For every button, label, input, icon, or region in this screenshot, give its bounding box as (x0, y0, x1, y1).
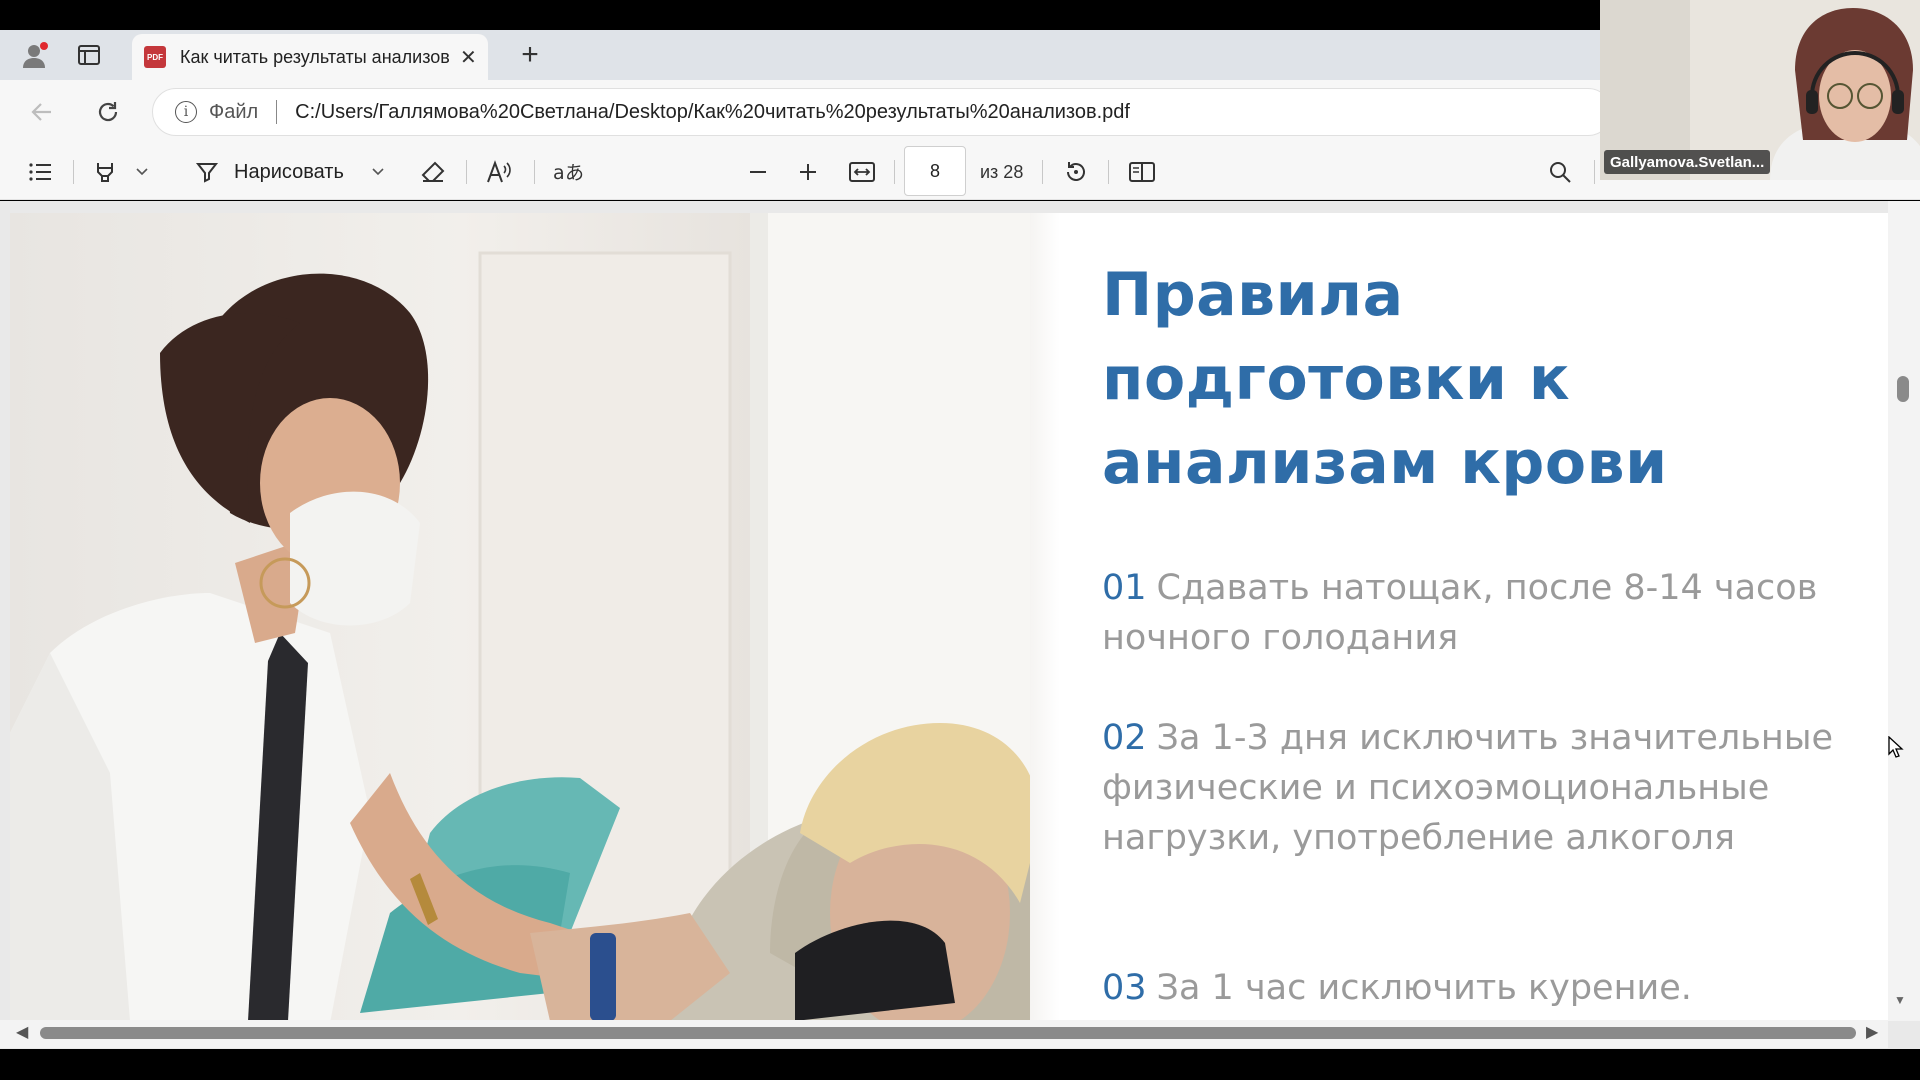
address-bar[interactable]: i Файл C:/Users/Галлямова%20Светлана/Des… (152, 88, 1612, 136)
scroll-left-arrow-icon[interactable]: ◀ (16, 1022, 28, 1042)
toolbar-divider (1108, 160, 1109, 184)
rule-number: 02 (1102, 718, 1147, 758)
photo-edge-fade (1030, 213, 1060, 1021)
rule-number: 01 (1102, 568, 1147, 608)
eraser-icon[interactable] (416, 144, 450, 200)
screen: PDF Как читать результаты анализов.pdf ✕… (0, 0, 1920, 1080)
address-separator (276, 100, 278, 124)
navigation-bar: i Файл C:/Users/Галлямова%20Светлана/Des… (0, 80, 1612, 144)
url-text[interactable]: C:/Users/Галлямова%20Светлана/Desktop/Ка… (295, 101, 1130, 124)
page-total-label: из 28 (980, 161, 1024, 182)
blood-test-photo (10, 213, 1030, 1021)
toolbar-divider (894, 160, 895, 184)
rule-item-2: 02 За 1-3 дня исключить значительные физи… (1102, 713, 1842, 863)
vertical-scroll-thumb[interactable] (1897, 376, 1909, 402)
bottom-strip (0, 1049, 1920, 1080)
toolbar-divider (73, 160, 74, 184)
svg-text:あ: あ (565, 162, 583, 184)
draw-label: Нарисовать (234, 160, 344, 183)
draw-pen-icon[interactable] (190, 144, 224, 200)
tab-bar: PDF Как читать результаты анализов.pdf ✕… (0, 30, 1600, 80)
toolbar-divider (1042, 160, 1043, 184)
toolbar-divider (466, 160, 467, 184)
toolbar-divider (1594, 160, 1595, 184)
profile-icon[interactable] (10, 30, 60, 80)
scroll-down-arrow-icon[interactable]: ▼ (1894, 993, 1906, 1007)
pdf-file-icon: PDF (144, 46, 166, 68)
pdf-page: Правила подготовки к анализам крови 01 Сд… (10, 213, 1888, 1021)
read-aloud-icon[interactable] (482, 144, 518, 200)
zoom-in-icon[interactable] (790, 144, 826, 200)
active-tab[interactable]: PDF Как читать результаты анализов.pdf ✕ (132, 34, 488, 80)
horizontal-scroll-thumb[interactable] (40, 1027, 1856, 1039)
slide-photo (10, 213, 1030, 1021)
contents-icon[interactable] (22, 144, 58, 200)
rule-item-1: 01 Сдавать натощак, после 8-14 часов ночн… (1102, 563, 1842, 663)
tab-actions-icon[interactable] (64, 30, 114, 80)
fit-width-icon[interactable] (844, 144, 880, 200)
svg-text:a: a (553, 162, 565, 184)
rule-number: 03 (1102, 968, 1147, 1008)
page-number-input[interactable]: 8 (904, 146, 966, 196)
tab-title: Как читать результаты анализов.pdf (180, 46, 450, 67)
rule-text: За 1-3 дня исключить значительные физиче… (1102, 718, 1833, 858)
rule-text: Сдавать натощак, после 8-14 часов ночног… (1102, 568, 1818, 658)
back-icon[interactable] (22, 92, 62, 132)
vertical-scrollbar[interactable] (1888, 201, 1920, 1021)
site-info-icon[interactable]: i (175, 101, 197, 123)
rule-item-3: 03 За 1 час исключить курение. (1102, 963, 1842, 1013)
zoom-out-icon[interactable] (740, 144, 776, 200)
pdf-viewer[interactable]: Правила подготовки к анализам крови 01 Сд… (0, 201, 1920, 1049)
rotate-icon[interactable] (1058, 144, 1094, 200)
page-view-icon[interactable] (1124, 144, 1160, 200)
participant-name-label: Gallyamova.Svetlan... (1604, 150, 1771, 174)
toolbar-divider (534, 160, 535, 184)
file-scheme-label: Файл (209, 100, 259, 123)
translate-icon[interactable]: aあ (550, 144, 586, 200)
highlight-icon[interactable] (88, 144, 122, 200)
rule-text: За 1 час исключить курение. (1156, 968, 1692, 1008)
draw-button[interactable]: Нарисовать (234, 144, 344, 200)
search-icon[interactable] (1542, 144, 1578, 200)
tab-close-icon[interactable]: ✕ (460, 45, 477, 70)
new-tab-button[interactable]: + (506, 30, 554, 80)
draw-chevron-down-icon[interactable] (366, 144, 390, 200)
slide-title: Правила подготовки к анализам крови (1102, 260, 1668, 498)
mouse-cursor-icon (1888, 735, 1904, 763)
reload-icon[interactable] (88, 92, 128, 132)
highlight-chevron-down-icon[interactable] (130, 144, 154, 200)
scroll-right-arrow-icon[interactable]: ▶ (1866, 1022, 1878, 1042)
